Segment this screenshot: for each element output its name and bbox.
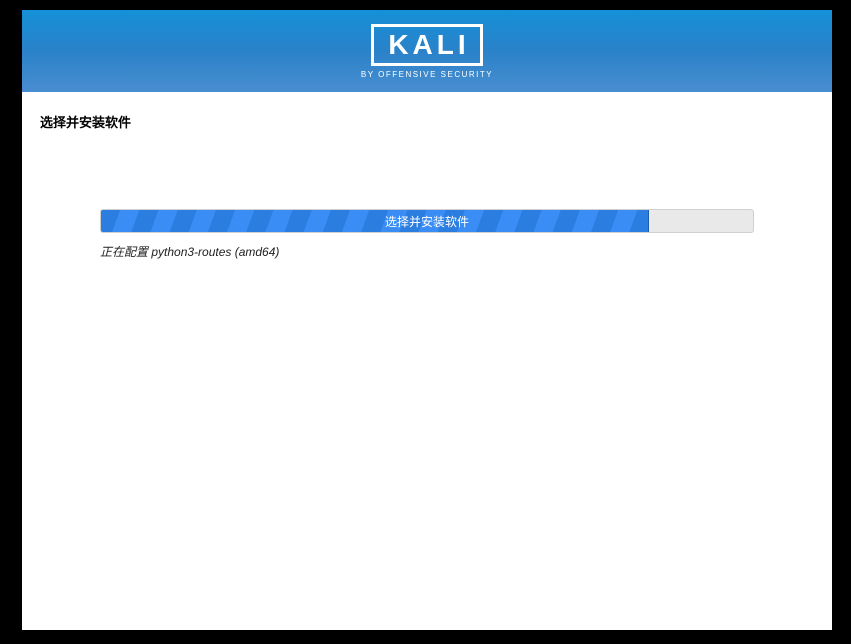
header-banner: KALI BY OFFENSIVE SECURITY — [22, 10, 832, 92]
progress-status-text: 正在配置 python3-routes (amd64) — [100, 243, 754, 260]
kali-logo-subtitle: BY OFFENSIVE SECURITY — [361, 70, 493, 79]
kali-logo-text: KALI — [371, 24, 482, 66]
progress-bar: 选择并安装软件 — [100, 209, 754, 233]
installer-window: KALI BY OFFENSIVE SECURITY 选择并安装软件 选择并安装… — [22, 10, 832, 630]
content-area: 选择并安装软件 选择并安装软件 正在配置 python3-routes (amd… — [22, 92, 832, 280]
page-title: 选择并安装软件 — [40, 112, 814, 131]
progress-section: 选择并安装软件 正在配置 python3-routes (amd64) — [40, 209, 814, 260]
progress-fill — [101, 210, 649, 232]
kali-logo: KALI BY OFFENSIVE SECURITY — [361, 24, 493, 79]
